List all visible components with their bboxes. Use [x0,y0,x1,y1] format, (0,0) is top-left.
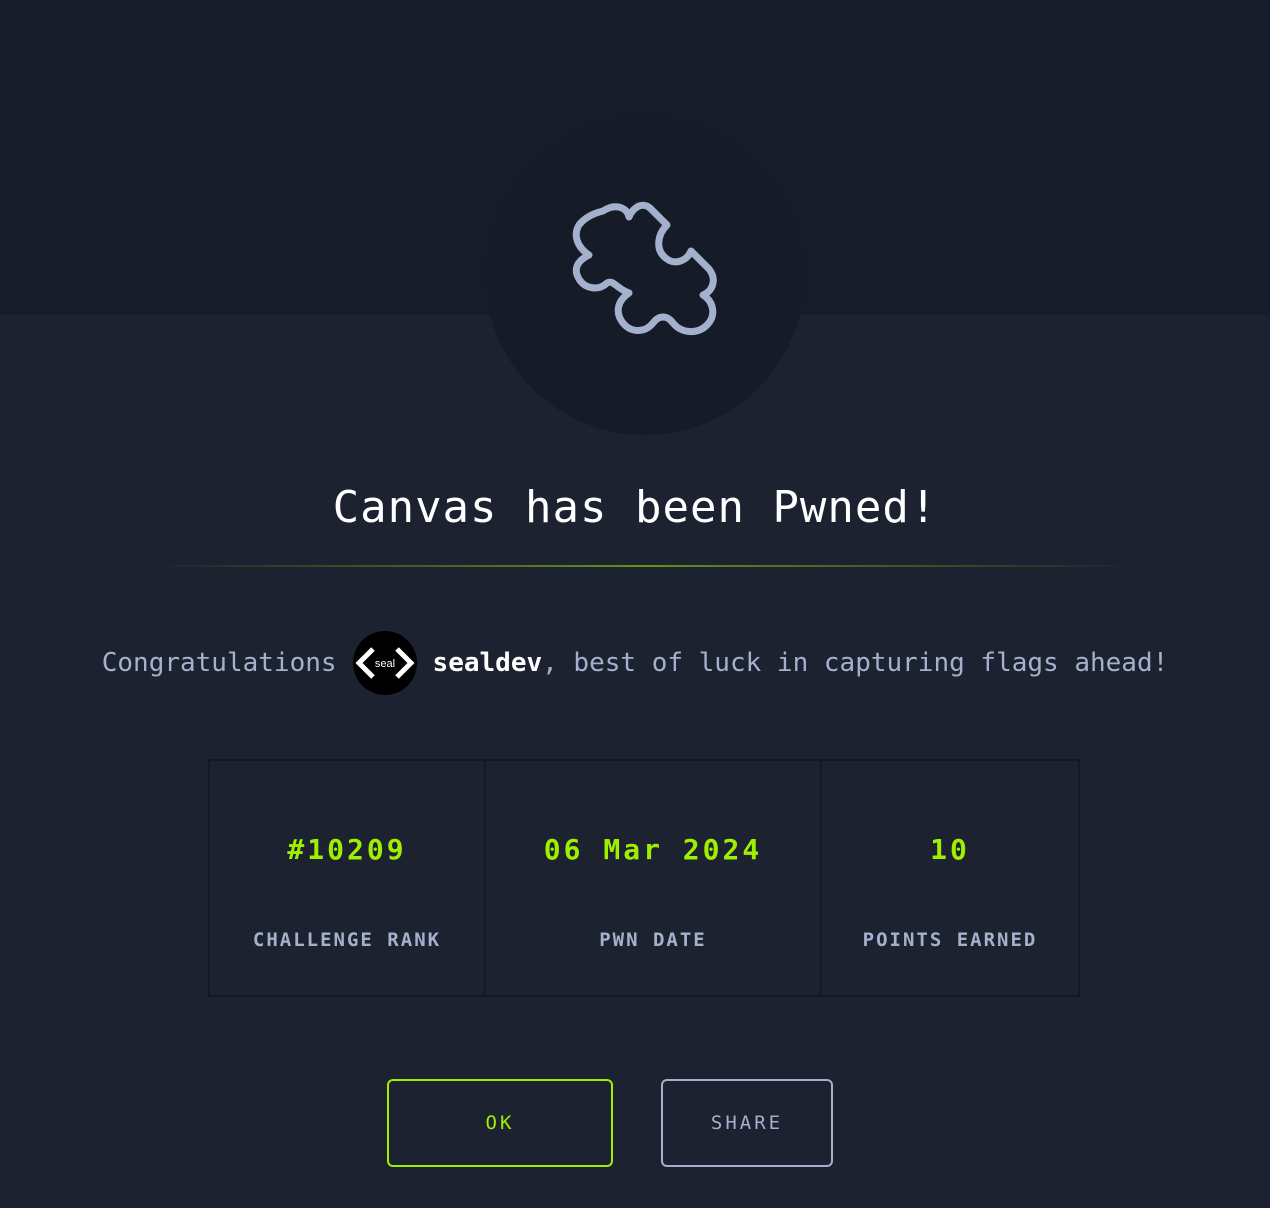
congrats-suffix: , best of luck in capturing flags ahead! [542,648,1169,678]
code-brackets-icon: seal [355,647,415,679]
stat-value: #10209 [287,833,407,866]
puzzle-piece-icon [572,201,717,335]
stat-value: 10 [930,833,970,866]
page-title: Canvas has been Pwned! [332,482,938,533]
stat-pwn-date: 06 Mar 2024 PWN DATE [484,761,820,995]
stat-label: POINTS EARNED [862,929,1038,951]
ok-button[interactable]: OK [387,1079,613,1167]
challenge-badge [485,115,805,435]
stat-label: CHALLENGE RANK [252,929,442,951]
stat-challenge-rank: #10209 CHALLENGE RANK [210,761,484,995]
stat-label: PWN DATE [599,929,707,951]
stat-points-earned: 10 POINTS EARNED [820,761,1078,995]
share-button[interactable]: SHARE [661,1079,833,1167]
username-link[interactable]: sealdev [433,648,543,678]
congrats-prefix: Congratulations [101,648,337,678]
stats-table: #10209 CHALLENGE RANK 06 Mar 2024 PWN DA… [208,759,1080,997]
avatar-text: seal [374,658,394,670]
avatar[interactable]: seal [352,631,417,695]
stat-value: 06 Mar 2024 [543,833,763,866]
divider [150,565,1135,567]
congratulations-message: Congratulations seal sealdev , best of l… [0,630,1270,696]
